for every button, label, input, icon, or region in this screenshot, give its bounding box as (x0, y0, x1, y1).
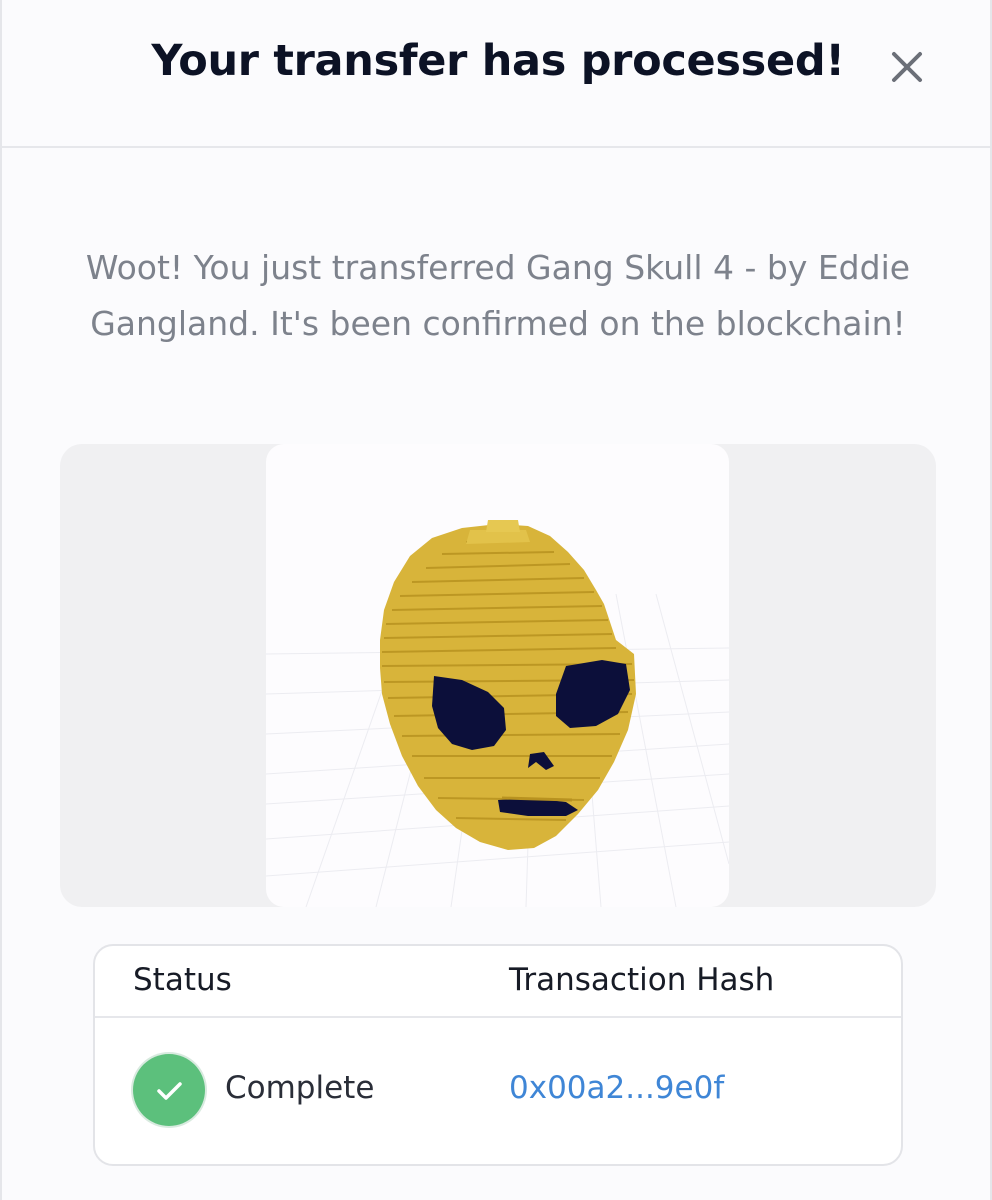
status-value: Complete (225, 1070, 375, 1106)
transaction-hash-link[interactable]: 0x00a2...9e0f (509, 1070, 724, 1106)
table-header: Status Transaction Hash (95, 946, 901, 1018)
status-column-header: Status (133, 962, 232, 998)
modal-header: Your transfer has processed! (2, 0, 990, 148)
transfer-modal: Your transfer has processed! Woot! You j… (0, 0, 992, 1200)
transaction-table: Status Transaction Hash Complete 0x00a2.… (93, 944, 903, 1166)
check-circle-icon (133, 1054, 205, 1126)
voxel-gold-skull-image (266, 520, 729, 907)
confirmation-message: Woot! You just transferred Gang Skull 4 … (85, 248, 911, 343)
hash-column-header: Transaction Hash (509, 962, 775, 998)
table-row: Complete 0x00a2...9e0f (95, 1020, 901, 1166)
close-icon (892, 52, 922, 82)
close-button[interactable] (882, 44, 932, 92)
nft-image (266, 444, 729, 907)
modal-title: Your transfer has processed! (151, 36, 845, 86)
nft-media-panel (60, 444, 936, 907)
